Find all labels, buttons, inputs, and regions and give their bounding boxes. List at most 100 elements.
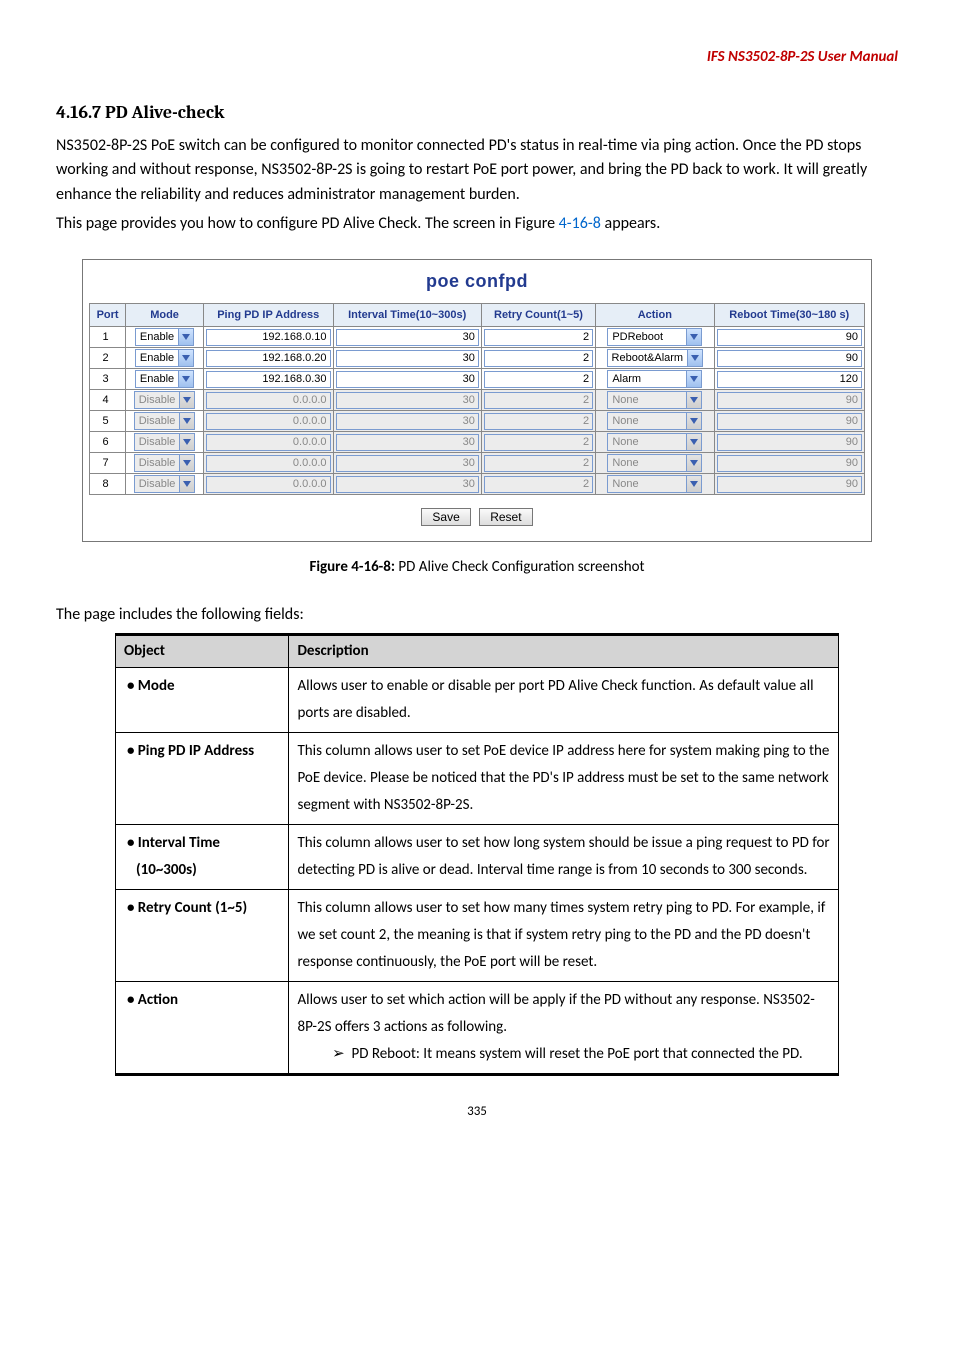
mode-select[interactable]: Enable <box>135 328 194 346</box>
cell-port: 3 <box>90 369 126 390</box>
paragraph-1: NS3502-8P-2S PoE switch can be configure… <box>56 134 898 208</box>
chevron-down-icon <box>686 476 701 492</box>
chevron-down-icon <box>686 455 701 471</box>
desc-object: • Retry Count (1~5) <box>115 889 289 981</box>
action-select[interactable]: Reboot&Alarm <box>607 349 704 367</box>
screenshot-panel: poe confpd Port Mode Ping PD IP Address … <box>82 259 872 543</box>
desc-row: • Interval Time (10~300s)This column all… <box>115 824 838 889</box>
ip-input[interactable]: 192.168.0.10 <box>206 329 331 346</box>
ip-input[interactable]: 192.168.0.30 <box>206 371 331 388</box>
chevron-down-icon <box>179 476 194 492</box>
action-select[interactable]: Alarm <box>607 370 702 388</box>
fields-intro: The page includes the following fields: <box>56 603 898 628</box>
mode-select[interactable]: Disable <box>134 454 196 472</box>
cell-ip: 192.168.0.20 <box>203 348 333 369</box>
save-button[interactable]: Save <box>421 508 470 526</box>
interval-input[interactable]: 30 <box>336 329 479 346</box>
action-select: None <box>607 412 702 430</box>
reset-button[interactable]: Reset <box>479 508 532 526</box>
reboot-input[interactable]: 120 <box>717 371 862 388</box>
interval-input[interactable]: 30 <box>336 350 479 367</box>
cell-ip: 192.168.0.10 <box>203 327 333 348</box>
cell-interval: 30 <box>333 348 481 369</box>
cell-mode: Disable <box>126 474 204 495</box>
mode-select[interactable]: Disable <box>134 391 196 409</box>
interval-input: 30 <box>336 476 479 493</box>
cell-retry: 2 <box>481 432 595 453</box>
figure-caption: Figure 4-16-8: PD Alive Check Configurat… <box>56 556 898 579</box>
reboot-input: 90 <box>717 434 862 451</box>
mode-select[interactable]: Disable <box>134 433 196 451</box>
desc-text: Allows user to enable or disable per por… <box>289 667 839 732</box>
chevron-down-icon <box>686 371 701 387</box>
mode-select[interactable]: Disable <box>134 475 196 493</box>
cell-interval: 30 <box>333 327 481 348</box>
cell-interval: 30 <box>333 390 481 411</box>
cell-action: None <box>596 453 714 474</box>
cell-mode: Disable <box>126 432 204 453</box>
cell-interval: 30 <box>333 432 481 453</box>
cell-retry: 2 <box>481 327 595 348</box>
chevron-down-icon <box>686 413 701 429</box>
retry-input[interactable]: 2 <box>484 371 593 388</box>
desc-object: • Ping PD IP Address <box>115 732 289 824</box>
retry-input[interactable]: 2 <box>484 350 593 367</box>
cell-reboot: 90 <box>714 411 864 432</box>
interval-input[interactable]: 30 <box>336 371 479 388</box>
reboot-input: 90 <box>717 392 862 409</box>
cell-reboot: 90 <box>714 327 864 348</box>
cell-mode: Disable <box>126 390 204 411</box>
cell-mode: Disable <box>126 411 204 432</box>
chevron-down-icon <box>686 434 701 450</box>
figure-ref-link: 4-16-8 <box>559 214 601 233</box>
page-header: IFS NS3502-8P-2S User Manual <box>56 46 898 69</box>
cell-ip: 0.0.0.0 <box>203 453 333 474</box>
table-row: 3 Enable 192.168.0.30 30 2 Alarm 120 <box>90 369 865 390</box>
col-mode: Mode <box>126 303 204 327</box>
chevron-down-icon <box>179 455 194 471</box>
cell-retry: 2 <box>481 411 595 432</box>
desc-object: • Mode <box>115 667 289 732</box>
chevron-down-icon <box>178 329 193 345</box>
desc-header-desc: Description <box>289 635 839 668</box>
desc-row: • Retry Count (1~5)This column allows us… <box>115 889 838 981</box>
cell-port: 6 <box>90 432 126 453</box>
cell-interval: 30 <box>333 474 481 495</box>
mode-select[interactable]: Enable <box>135 349 194 367</box>
reboot-input[interactable]: 90 <box>717 350 862 367</box>
reboot-input[interactable]: 90 <box>717 329 862 346</box>
desc-header-object: Object <box>115 635 289 668</box>
desc-row: • ModeAllows user to enable or disable p… <box>115 667 838 732</box>
cell-port: 5 <box>90 411 126 432</box>
chevron-down-icon <box>686 392 701 408</box>
ip-input: 0.0.0.0 <box>206 392 331 409</box>
cell-retry: 2 <box>481 348 595 369</box>
ip-input: 0.0.0.0 <box>206 434 331 451</box>
cell-mode: Enable <box>126 348 204 369</box>
action-select: None <box>607 391 702 409</box>
retry-input[interactable]: 2 <box>484 329 593 346</box>
retry-input: 2 <box>484 413 593 430</box>
desc-object: • Action <box>115 981 289 1074</box>
mode-select[interactable]: Disable <box>134 412 196 430</box>
cell-retry: 2 <box>481 390 595 411</box>
cell-ip: 0.0.0.0 <box>203 390 333 411</box>
mode-select[interactable]: Enable <box>135 370 194 388</box>
ip-input: 0.0.0.0 <box>206 413 331 430</box>
cell-action: Reboot&Alarm <box>596 348 714 369</box>
ip-input[interactable]: 192.168.0.20 <box>206 350 331 367</box>
page-number: 335 <box>56 1102 898 1122</box>
cell-port: 2 <box>90 348 126 369</box>
action-select[interactable]: PDReboot <box>607 328 702 346</box>
reboot-input: 90 <box>717 476 862 493</box>
cell-action: PDReboot <box>596 327 714 348</box>
action-select: None <box>607 454 702 472</box>
config-table: Port Mode Ping PD IP Address Interval Ti… <box>89 303 865 496</box>
cell-port: 7 <box>90 453 126 474</box>
ip-input: 0.0.0.0 <box>206 455 331 472</box>
chevron-down-icon <box>179 392 194 408</box>
chevron-down-icon <box>179 434 194 450</box>
interval-input: 30 <box>336 455 479 472</box>
cell-reboot: 90 <box>714 474 864 495</box>
cell-port: 1 <box>90 327 126 348</box>
